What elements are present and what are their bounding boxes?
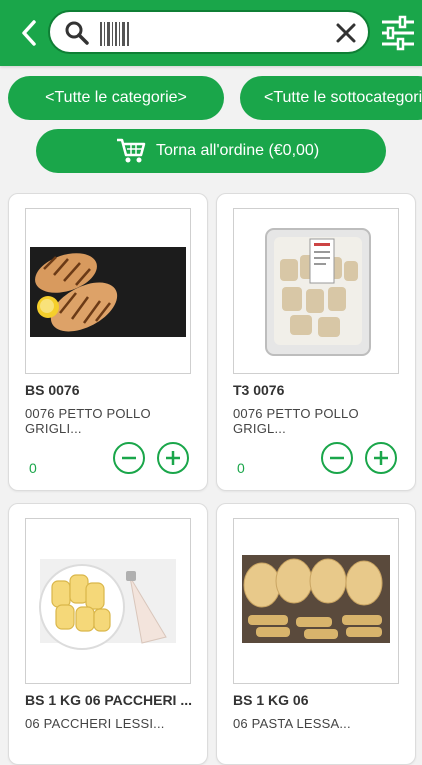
search-icon[interactable] [64, 20, 90, 46]
product-card[interactable]: BS 1 KG 06 06 PASTA LESSA... [216, 503, 416, 765]
product-image-assorted-pasta[interactable] [233, 518, 399, 684]
increase-quantity-button[interactable] [157, 442, 189, 474]
search-box[interactable] [48, 10, 370, 54]
product-code: BS 1 KG 06 PACCHERI ... [25, 692, 193, 708]
product-image-grilled-chicken[interactable] [25, 208, 191, 374]
product-code: T3 0076 [233, 382, 285, 398]
product-card[interactable]: BS 1 KG 06 PACCHERI ... 06 PACCHERI LESS… [8, 503, 208, 765]
barcode-icon[interactable] [100, 20, 130, 48]
decrease-quantity-button[interactable] [321, 442, 353, 474]
product-code: BS 0076 [25, 382, 80, 398]
product-card[interactable]: T3 0076 0076 PETTO POLLO GRIGL... 0 [216, 193, 416, 491]
quantity-value: 0 [29, 460, 37, 476]
cart-icon [116, 137, 146, 165]
back-icon[interactable] [16, 18, 42, 48]
product-image-packaged-chicken[interactable] [233, 208, 399, 374]
product-description: 06 PACCHERI LESSI... [25, 716, 165, 731]
increase-quantity-button[interactable] [365, 442, 397, 474]
product-description: 0076 PETTO POLLO GRIGL... [233, 406, 359, 436]
product-code: BS 1 KG 06 [233, 692, 309, 708]
top-bar [0, 0, 422, 66]
product-card[interactable]: BS 0076 0076 PETTO POLLO GRIGLI... 0 [8, 193, 208, 491]
back-to-order-button[interactable]: Torna all'ordine (€0,00) [36, 129, 386, 173]
subcategories-filter-button[interactable]: <Tutte le sottocategorie [240, 76, 422, 120]
product-description: 06 PASTA LESSA... [233, 716, 351, 731]
search-input[interactable] [138, 18, 328, 50]
filter-settings-icon[interactable] [380, 14, 416, 52]
product-description: 0076 PETTO POLLO GRIGLI... [25, 406, 151, 436]
clear-icon[interactable] [334, 21, 358, 45]
quantity-value: 0 [237, 460, 245, 476]
order-total-label: Torna all'ordine (€0,00) [156, 142, 320, 159]
decrease-quantity-button[interactable] [113, 442, 145, 474]
product-image-paccheri[interactable] [25, 518, 191, 684]
categories-filter-button[interactable]: <Tutte le categorie> [8, 76, 224, 120]
